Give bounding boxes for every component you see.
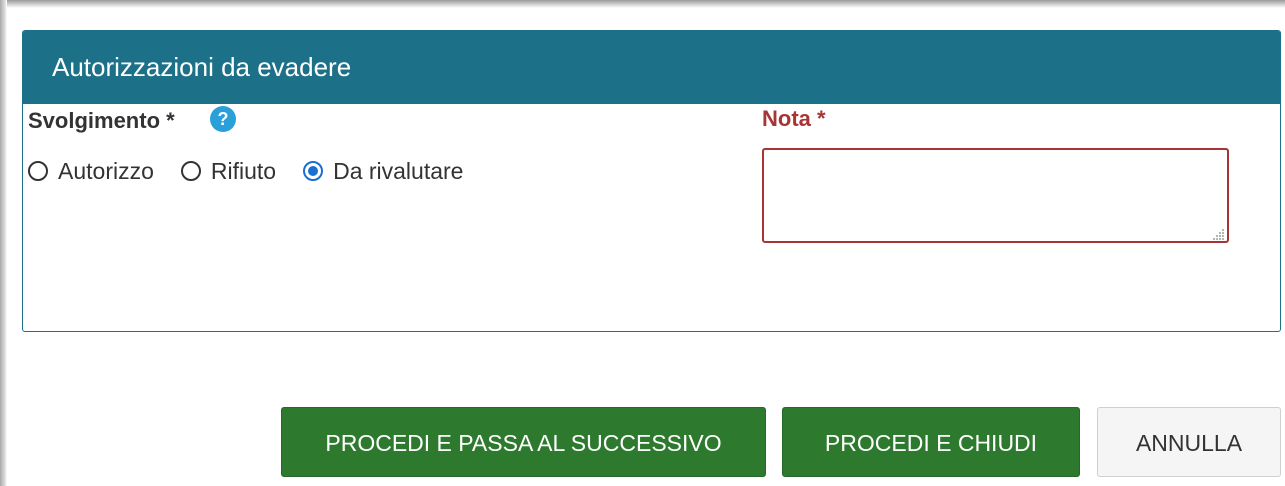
radio-rifiuto[interactable] (180, 161, 201, 181)
svolgimento-label: Svolgimento * (28, 108, 175, 133)
window-frame-top (0, 0, 1285, 8)
radio-label-da-rivalutare: Da rivalutare (333, 157, 464, 184)
nota-textarea[interactable] (762, 148, 1229, 243)
radio-option-autorizzo[interactable]: Autorizzo (28, 158, 154, 185)
proceed-close-button[interactable]: PROCEDI E CHIUDI (782, 407, 1080, 477)
radio-autorizzo[interactable] (28, 161, 48, 181)
proceed-next-button[interactable]: PROCEDI E PASSA AL SUCCESSIVO (281, 407, 766, 477)
help-icon[interactable]: ? (210, 106, 236, 132)
window-frame-left (0, 0, 7, 486)
svolgimento-radio-group: Autorizzo Rifiuto Da rivalutare (28, 156, 490, 186)
nota-label: Nota * (762, 106, 826, 131)
radio-option-rifiuto[interactable]: Rifiuto (180, 157, 277, 185)
radio-option-da-rivalutare[interactable]: Da rivalutare (303, 158, 463, 185)
radio-label-rifiuto: Rifiuto (210, 157, 277, 184)
cancel-button[interactable]: ANNULLA (1097, 407, 1281, 477)
resize-grip-icon[interactable] (1213, 228, 1225, 240)
radio-label-autorizzo: Autorizzo (58, 157, 154, 184)
radio-da-rivalutare[interactable] (303, 161, 324, 181)
panel-title: Autorizzazioni da evadere (23, 31, 1280, 104)
